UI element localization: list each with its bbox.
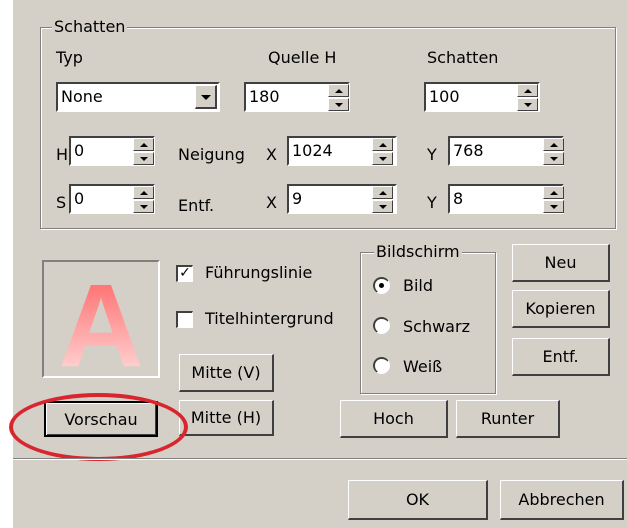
- arrow-up-icon: [524, 89, 532, 93]
- spin-down-button[interactable]: [372, 152, 393, 165]
- hoch-button[interactable]: Hoch: [340, 400, 448, 438]
- fuehrungslinie-label: Führungslinie: [205, 263, 313, 282]
- entf-y-label: Y: [427, 193, 437, 212]
- mitte-h-button[interactable]: Mitte (H): [179, 400, 274, 436]
- spin-up-button[interactable]: [517, 84, 538, 97]
- separator-line: [13, 458, 627, 460]
- arrow-down-icon: [335, 103, 343, 107]
- typ-dropdown-button[interactable]: [195, 85, 217, 109]
- arrow-down-icon: [140, 205, 148, 209]
- entf-y-value: 8: [453, 189, 464, 208]
- entf-x-label: X: [266, 193, 277, 212]
- spin-up-button[interactable]: [133, 138, 154, 151]
- arrow-down-icon: [140, 157, 148, 161]
- neigung-label: Neigung: [178, 145, 245, 164]
- preview-box: A: [42, 260, 160, 392]
- titelhintergrund-label: Titelhintergrund: [205, 309, 334, 328]
- left-edge-strip: [0, 0, 13, 528]
- entf-x-value: 9: [292, 189, 303, 208]
- entf-button[interactable]: Entf.: [512, 338, 610, 376]
- neigung-x-value: 1024: [292, 141, 333, 160]
- arrow-down-icon: [379, 205, 387, 209]
- h-value: 0: [74, 141, 85, 160]
- arrow-up-icon: [379, 191, 387, 195]
- arrow-up-icon: [550, 143, 558, 147]
- radio-selected-dot: [379, 283, 384, 288]
- neigung-y-label: Y: [427, 145, 437, 164]
- h-label: H: [56, 145, 69, 164]
- arrow-down-icon: [550, 205, 558, 209]
- preview-letter-graphic: A: [58, 260, 143, 392]
- radio-schwarz[interactable]: [373, 317, 390, 334]
- schatten-label: Schatten: [427, 48, 499, 67]
- runter-button[interactable]: Runter: [456, 400, 560, 438]
- spin-down-button[interactable]: [543, 200, 564, 213]
- typ-label: Typ: [56, 48, 83, 67]
- spin-down-button[interactable]: [133, 152, 154, 165]
- radio-weiss-label: Weiß: [403, 357, 443, 376]
- spin-down-button[interactable]: [372, 200, 393, 213]
- highlight-circle-annotation: [9, 393, 188, 461]
- arrow-up-icon: [550, 191, 558, 195]
- mitte-v-button[interactable]: Mitte (V): [179, 354, 274, 392]
- chevron-down-icon: [201, 95, 211, 100]
- s-label: S: [56, 193, 67, 212]
- arrow-up-icon: [140, 191, 148, 195]
- abbrechen-button[interactable]: Abbrechen: [500, 480, 624, 520]
- spin-down-button[interactable]: [328, 98, 349, 111]
- spin-up-button[interactable]: [372, 138, 393, 151]
- arrow-down-icon: [550, 157, 558, 161]
- fuehrungslinie-checkbox[interactable]: ✓: [176, 265, 193, 282]
- quelle-h-value: 180: [249, 87, 280, 106]
- radio-bild-label: Bild: [403, 276, 434, 295]
- typ-combobox-value: None: [61, 87, 103, 106]
- kopieren-button[interactable]: Kopieren: [512, 290, 610, 328]
- spin-down-button[interactable]: [543, 152, 564, 165]
- neigung-y-value: 768: [453, 141, 484, 160]
- schatten-value: 100: [429, 87, 460, 106]
- radio-schwarz-label: Schwarz: [403, 317, 470, 336]
- spin-down-button[interactable]: [517, 98, 538, 111]
- arrow-up-icon: [379, 143, 387, 147]
- spin-down-button[interactable]: [133, 200, 154, 213]
- radio-weiss[interactable]: [373, 357, 390, 374]
- arrow-up-icon: [140, 143, 148, 147]
- neu-button[interactable]: Neu: [512, 244, 610, 282]
- arrow-down-icon: [524, 103, 532, 107]
- preview-letter: A: [58, 262, 143, 376]
- arrow-up-icon: [335, 89, 343, 93]
- bildschirm-legend: Bildschirm: [374, 242, 462, 261]
- spin-up-button[interactable]: [543, 138, 564, 151]
- spin-up-button[interactable]: [543, 186, 564, 199]
- spin-up-button[interactable]: [328, 84, 349, 97]
- shadow-legend: Schatten: [52, 17, 128, 36]
- spin-up-button[interactable]: [372, 186, 393, 199]
- neigung-x-label: X: [266, 145, 277, 164]
- quelle-h-label: Quelle H: [268, 48, 337, 67]
- arrow-down-icon: [379, 157, 387, 161]
- entf-label: Entf.: [178, 196, 215, 215]
- radio-bild[interactable]: [373, 277, 390, 294]
- spin-up-button[interactable]: [133, 186, 154, 199]
- checkmark-icon: ✓: [179, 265, 191, 281]
- titelhintergrund-checkbox[interactable]: [176, 311, 193, 328]
- ok-button[interactable]: OK: [348, 480, 488, 520]
- s-value: 0: [74, 189, 85, 208]
